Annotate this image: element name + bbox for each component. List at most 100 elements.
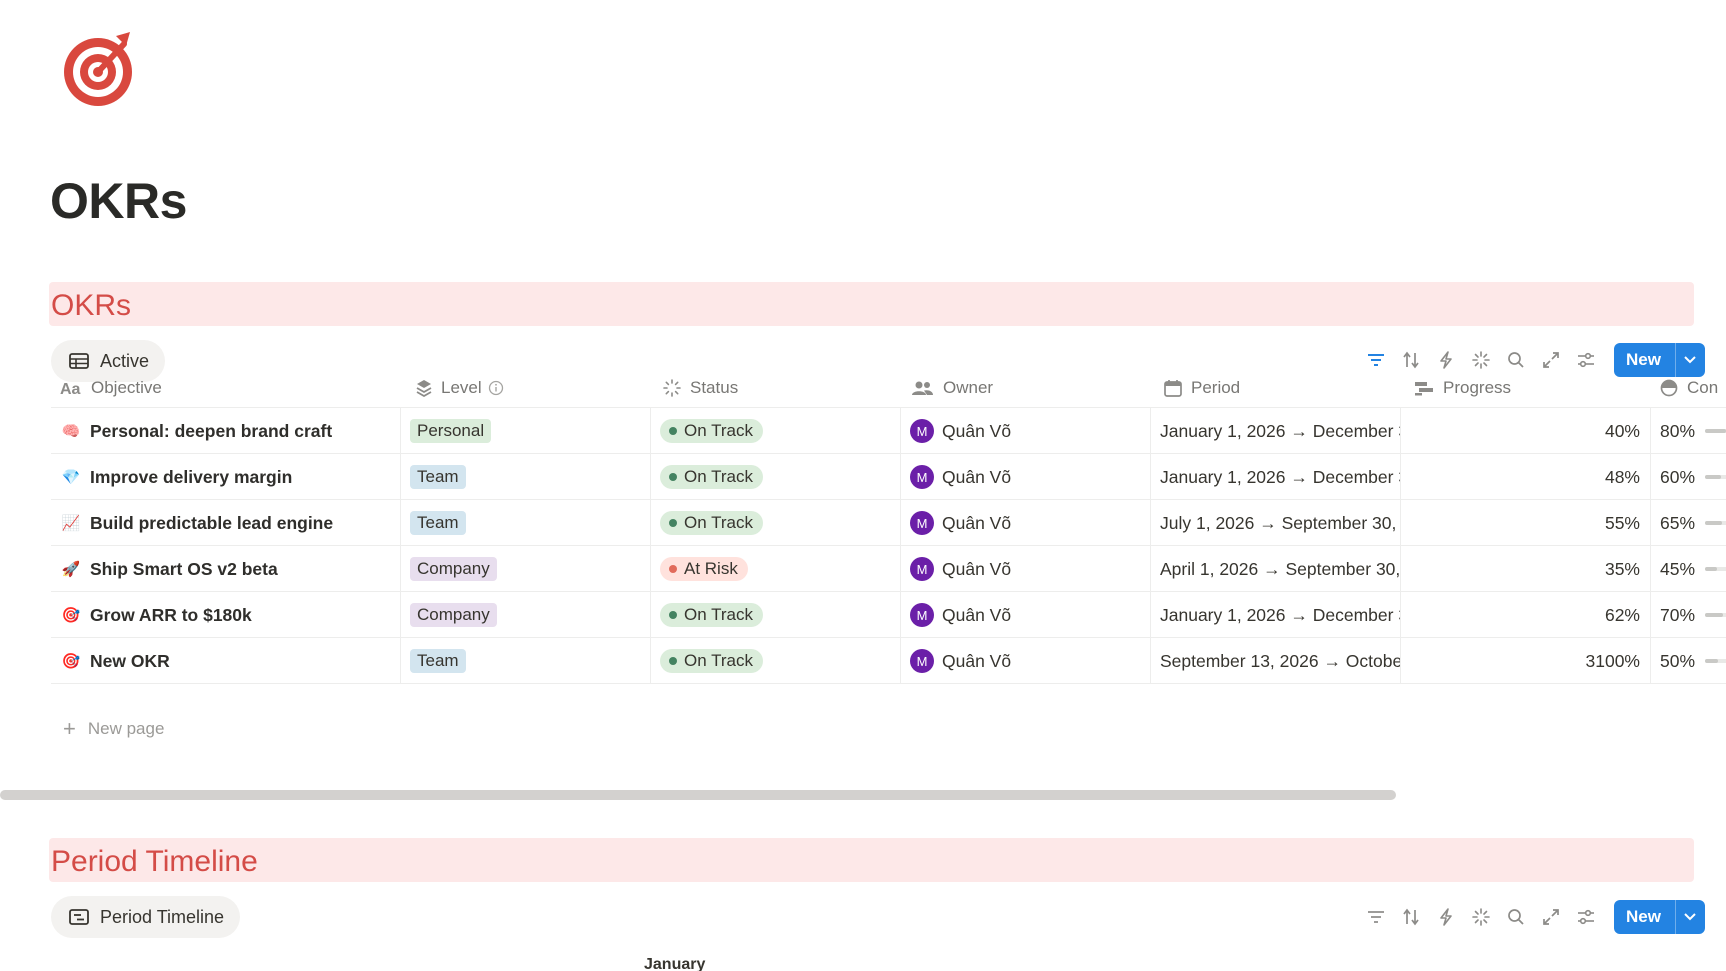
cell-progress[interactable]: 48% — [1401, 454, 1651, 500]
svg-text:Aa: Aa — [60, 381, 81, 396]
cell-period[interactable]: July 1, 2026 → September 30, 20 — [1151, 500, 1401, 546]
cell-confidence[interactable]: 45% — [1651, 546, 1726, 592]
objective-emoji-icon: 🚀 — [61, 561, 81, 578]
cell-level[interactable]: Company — [401, 592, 651, 638]
cell-period[interactable]: January 1, 2026 → December 31 — [1151, 408, 1401, 454]
chevron-down-icon[interactable] — [1674, 900, 1705, 934]
cell-level[interactable]: Team — [401, 638, 651, 684]
cell-objective[interactable]: 💎 Improve delivery margin — [51, 454, 401, 500]
cell-owner[interactable]: M Quân Võ — [901, 592, 1151, 638]
objective-title[interactable]: Improve delivery margin — [90, 467, 292, 488]
cell-objective[interactable]: 📈 Build predictable lead engine — [51, 500, 401, 546]
confidence-value: 70% — [1660, 604, 1696, 625]
column-header-objective[interactable]: Aa Objective — [51, 368, 401, 408]
cell-objective[interactable]: 🎯 New OKR — [51, 638, 401, 684]
column-header-label: Period — [1191, 378, 1241, 397]
cell-progress[interactable]: 62% — [1401, 592, 1651, 638]
cell-period[interactable]: April 1, 2026 → September 30, 2 — [1151, 546, 1401, 592]
cell-confidence[interactable]: 50% — [1651, 638, 1726, 684]
table-row[interactable]: 🎯 Grow ARR to $180k Company On Track M Quân V… — [51, 592, 1726, 638]
cell-level[interactable]: Team — [401, 454, 651, 500]
text-aa-icon: Aa — [60, 381, 81, 396]
page-icon[interactable] — [58, 28, 142, 112]
cell-status[interactable]: At Risk — [651, 546, 901, 592]
column-header-label: Progress — [1443, 378, 1512, 397]
cell-level[interactable]: Team — [401, 500, 651, 546]
column-header-period[interactable]: Period — [1151, 368, 1401, 408]
table-row[interactable]: 🎯 New OKR Team On Track M Quân Võ September 13… — [51, 638, 1726, 684]
sort-icon[interactable] — [1393, 902, 1428, 932]
cell-progress[interactable]: 3100% — [1401, 638, 1651, 684]
cell-status[interactable]: On Track — [651, 408, 901, 454]
cell-period[interactable]: January 1, 2026 → December 31 — [1151, 592, 1401, 638]
period-text: September 13, 2026 → October — [1160, 650, 1401, 671]
objective-title[interactable]: Build predictable lead engine — [90, 513, 333, 534]
cell-status[interactable]: On Track — [651, 592, 901, 638]
status-dot-icon — [669, 611, 677, 619]
objective-title[interactable]: Personal: deepen brand craft — [90, 421, 332, 442]
level-tag: Personal — [410, 419, 492, 443]
expand-icon[interactable] — [1533, 902, 1568, 932]
column-header-label: Level — [441, 378, 482, 397]
info-icon[interactable] — [488, 380, 504, 396]
cell-confidence[interactable]: 80% — [1651, 408, 1726, 454]
cell-progress[interactable]: 35% — [1401, 546, 1651, 592]
cell-period[interactable]: January 1, 2026 → December 31 — [1151, 454, 1401, 500]
view-tab-period-timeline[interactable]: Period Timeline — [51, 896, 241, 938]
automation-icon[interactable] — [1428, 902, 1463, 932]
cell-owner[interactable]: M Quân Võ — [901, 638, 1151, 684]
table-row[interactable]: 💎 Improve delivery margin Team On Track M Quâ… — [51, 454, 1726, 500]
cell-objective[interactable]: 🧠 Personal: deepen brand craft — [51, 408, 401, 454]
settings-icon[interactable] — [1568, 902, 1603, 932]
column-header-status[interactable]: Status — [651, 368, 901, 408]
cell-level[interactable]: Personal — [401, 408, 651, 454]
cell-period[interactable]: September 13, 2026 → October — [1151, 638, 1401, 684]
horizontal-scrollbar[interactable] — [0, 790, 1396, 800]
cell-objective[interactable]: 🎯 Grow ARR to $180k — [51, 592, 401, 638]
page-title: OKRs — [50, 173, 187, 229]
cell-progress[interactable]: 55% — [1401, 500, 1651, 546]
cell-confidence[interactable]: 65% — [1651, 500, 1726, 546]
progress-value: 55% — [1604, 512, 1640, 533]
objective-title[interactable]: Ship Smart OS v2 beta — [90, 559, 278, 580]
objective-emoji-icon: 💎 — [61, 469, 81, 486]
status-badge: On Track — [660, 419, 763, 443]
progress-value: 40% — [1604, 420, 1640, 441]
table-row[interactable]: 🚀 Ship Smart OS v2 beta Company At Risk M Quâ… — [51, 546, 1726, 592]
confidence-value: 80% — [1660, 420, 1696, 441]
cell-owner[interactable]: M Quân Võ — [901, 408, 1151, 454]
cell-owner[interactable]: M Quân Võ — [901, 454, 1151, 500]
table-icon — [69, 353, 89, 369]
cell-status[interactable]: On Track — [651, 454, 901, 500]
column-header-confidence[interactable]: Con — [1651, 368, 1726, 408]
filter-icon[interactable] — [1358, 902, 1393, 932]
objective-title[interactable]: Grow ARR to $180k — [90, 605, 252, 626]
cell-confidence[interactable]: 70% — [1651, 592, 1726, 638]
avatar: M — [910, 649, 934, 673]
new-button[interactable]: New — [1614, 900, 1705, 934]
cell-owner[interactable]: M Quân Võ — [901, 500, 1151, 546]
cell-progress[interactable]: 40% — [1401, 408, 1651, 454]
new-page-button[interactable]: + New page — [63, 716, 164, 742]
ai-sparkle-icon[interactable] — [1463, 902, 1498, 932]
search-icon[interactable] — [1498, 902, 1533, 932]
status-label: At Risk — [684, 559, 738, 578]
status-badge: On Track — [660, 649, 763, 673]
table-row[interactable]: 📈 Build predictable lead engine Team On Tra… — [51, 500, 1726, 546]
cell-confidence[interactable]: 60% — [1651, 454, 1726, 500]
confidence-bar — [1705, 521, 1726, 525]
column-header-level[interactable]: Level — [401, 368, 651, 408]
objective-title[interactable]: New OKR — [90, 651, 170, 672]
level-tag: Team — [410, 511, 466, 535]
table-row[interactable]: 🧠 Personal: deepen brand craft Personal On … — [51, 408, 1726, 454]
cell-level[interactable]: Company — [401, 546, 651, 592]
cell-status[interactable]: On Track — [651, 500, 901, 546]
column-header-progress[interactable]: Progress — [1401, 368, 1651, 408]
column-header-label: Owner — [943, 378, 994, 397]
column-header-owner[interactable]: Owner — [901, 368, 1151, 408]
column-header-label: Objective — [91, 378, 162, 397]
cell-status[interactable]: On Track — [651, 638, 901, 684]
cell-objective[interactable]: 🚀 Ship Smart OS v2 beta — [51, 546, 401, 592]
cell-owner[interactable]: M Quân Võ — [901, 546, 1151, 592]
level-tag: Team — [410, 649, 466, 673]
